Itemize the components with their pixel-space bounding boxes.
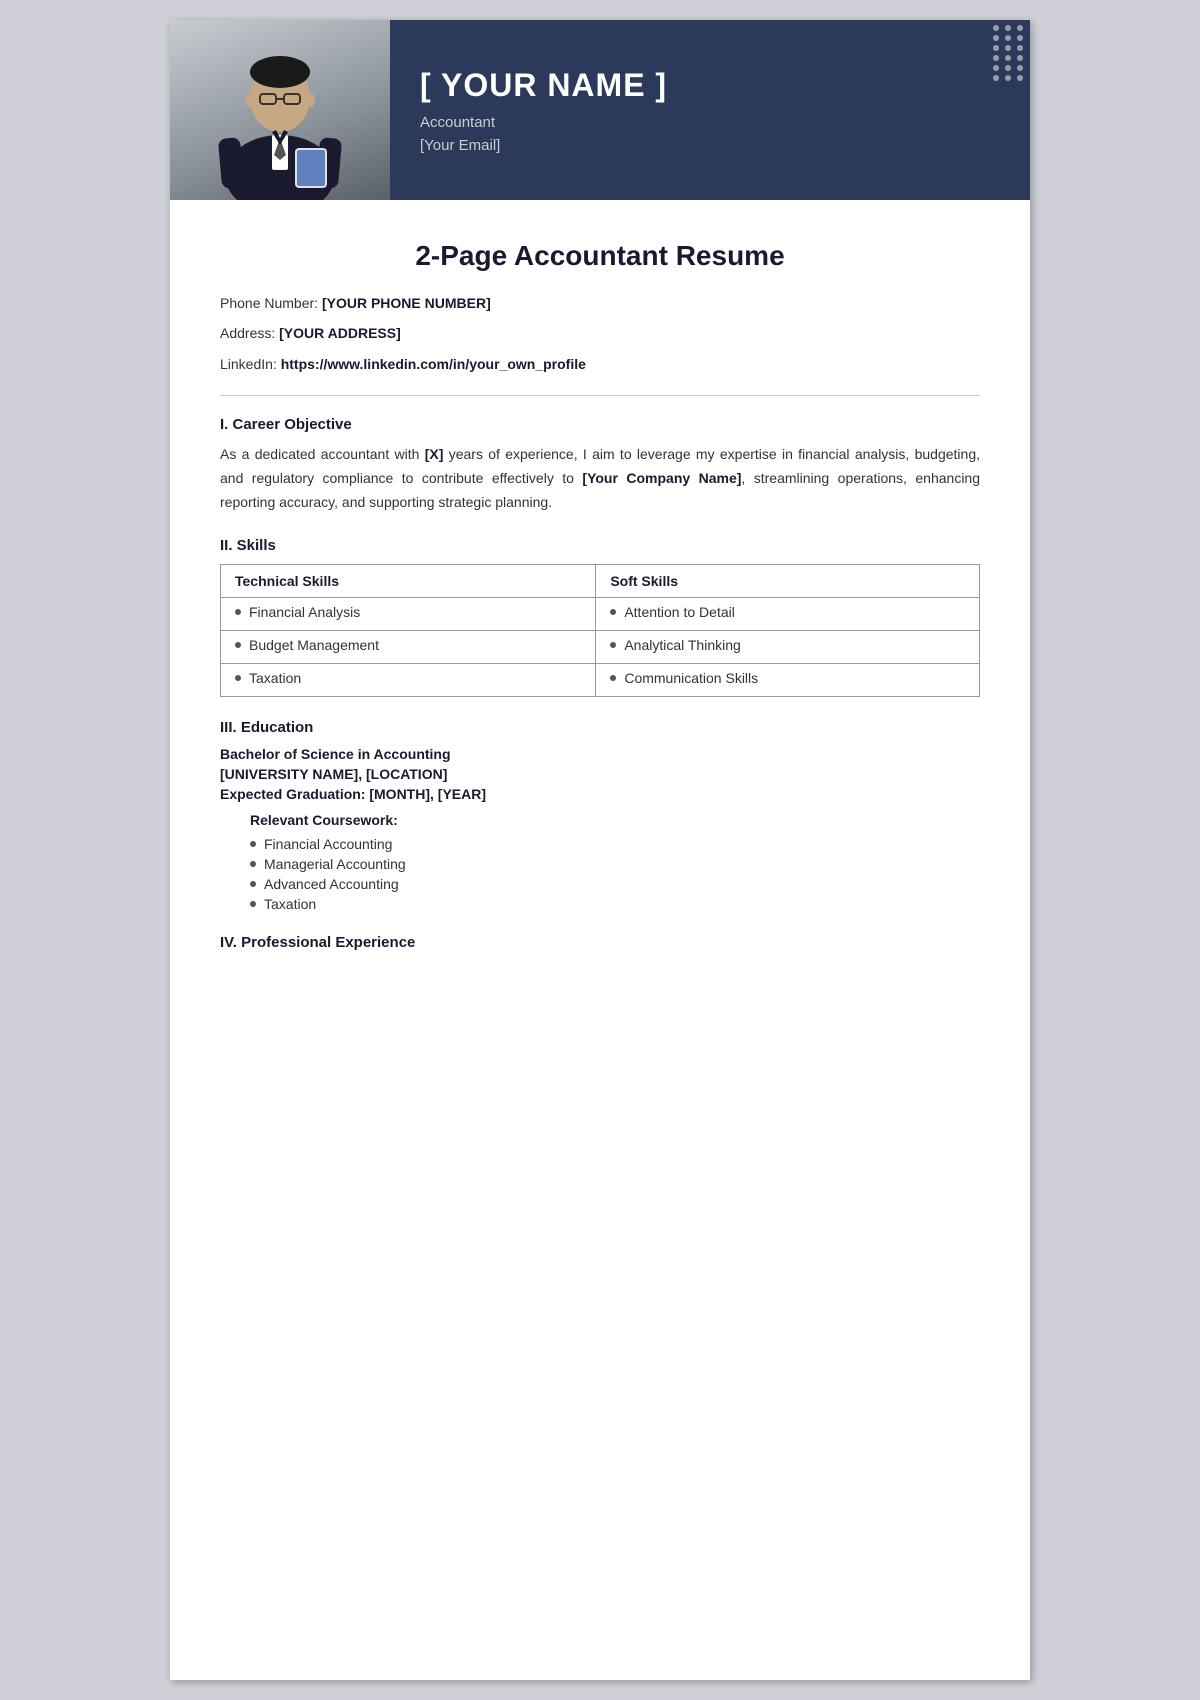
bullet-icon: [235, 675, 241, 681]
linkedin-value: https://www.linkedin.com/in/your_own_pro…: [281, 356, 586, 372]
soft-skill-2: Analytical Thinking: [596, 630, 980, 663]
skills-title: II. Skills: [220, 537, 980, 554]
person-illustration: [200, 30, 360, 200]
linkedin-label: LinkedIn:: [220, 356, 277, 372]
coursework-box: Relevant Coursework: Financial Accountin…: [250, 812, 980, 912]
main-content: 2-Page Accountant Resume Phone Number: […: [170, 200, 1030, 981]
career-body-bold1: [X]: [425, 446, 444, 462]
resume-page: [ YOUR NAME ] Accountant [Your Email] 2-…: [170, 20, 1030, 1680]
phone-line: Phone Number: [YOUR PHONE NUMBER]: [220, 292, 980, 314]
skills-section: II. Skills Technical Skills Soft Skills …: [220, 537, 980, 697]
coursework-item-4: Taxation: [250, 896, 980, 912]
coursework-item-3: Advanced Accounting: [250, 876, 980, 892]
career-body-plain: As a dedicated accountant with: [220, 446, 425, 462]
header-info: [ YOUR NAME ] Accountant [Your Email]: [390, 20, 1030, 200]
header-job-title: Accountant: [420, 114, 1000, 131]
section-divider: [220, 395, 980, 396]
bullet-icon: [250, 841, 256, 847]
bullet-icon: [250, 881, 256, 887]
header-email: [Your Email]: [420, 137, 1000, 154]
dots-decoration: [993, 25, 1025, 81]
address-value: [YOUR ADDRESS]: [279, 325, 401, 341]
soft-skill-1: Attention to Detail: [596, 597, 980, 630]
technical-skill-1: Financial Analysis: [221, 597, 596, 630]
bullet-icon: [610, 675, 616, 681]
header-section: [ YOUR NAME ] Accountant [Your Email]: [170, 20, 1030, 200]
soft-skills-header: Soft Skills: [596, 564, 980, 597]
bullet-icon: [610, 609, 616, 615]
linkedin-line: LinkedIn: https://www.linkedin.com/in/yo…: [220, 353, 980, 375]
bullet-icon: [250, 861, 256, 867]
coursework-item-2: Managerial Accounting: [250, 856, 980, 872]
phone-value: [YOUR PHONE NUMBER]: [322, 295, 491, 311]
address-label: Address:: [220, 325, 275, 341]
career-body-bold2: [Your Company Name]: [582, 470, 741, 486]
technical-skill-2: Budget Management: [221, 630, 596, 663]
address-line: Address: [YOUR ADDRESS]: [220, 322, 980, 344]
skills-row-2: Budget Management Analytical Thinking: [221, 630, 980, 663]
header-name: [ YOUR NAME ]: [420, 67, 1000, 104]
skills-row-1: Financial Analysis Attention to Detail: [221, 597, 980, 630]
bullet-icon: [610, 642, 616, 648]
bullet-icon: [250, 901, 256, 907]
edu-degree: Bachelor of Science in Accounting: [220, 746, 980, 762]
coursework-item-1: Financial Accounting: [250, 836, 980, 852]
career-objective-body: As a dedicated accountant with [X] years…: [220, 443, 980, 514]
edu-university: [UNIVERSITY NAME], [LOCATION]: [220, 766, 980, 782]
technical-skills-header: Technical Skills: [221, 564, 596, 597]
career-objective-title: I. Career Objective: [220, 416, 980, 433]
skills-table: Technical Skills Soft Skills Financial A…: [220, 564, 980, 697]
technical-skill-3: Taxation: [221, 663, 596, 696]
bullet-icon: [235, 609, 241, 615]
profile-photo: [170, 20, 390, 200]
career-objective-section: I. Career Objective As a dedicated accou…: [220, 416, 980, 514]
education-title: III. Education: [220, 719, 980, 736]
experience-title: IV. Professional Experience: [220, 934, 980, 951]
phone-label: Phone Number:: [220, 295, 318, 311]
soft-skill-3: Communication Skills: [596, 663, 980, 696]
skills-row-3: Taxation Communication Skills: [221, 663, 980, 696]
resume-title: 2-Page Accountant Resume: [220, 240, 980, 272]
bullet-icon: [235, 642, 241, 648]
edu-graduation: Expected Graduation: [MONTH], [YEAR]: [220, 786, 980, 802]
coursework-title: Relevant Coursework:: [250, 812, 980, 828]
education-section: III. Education Bachelor of Science in Ac…: [220, 719, 980, 912]
